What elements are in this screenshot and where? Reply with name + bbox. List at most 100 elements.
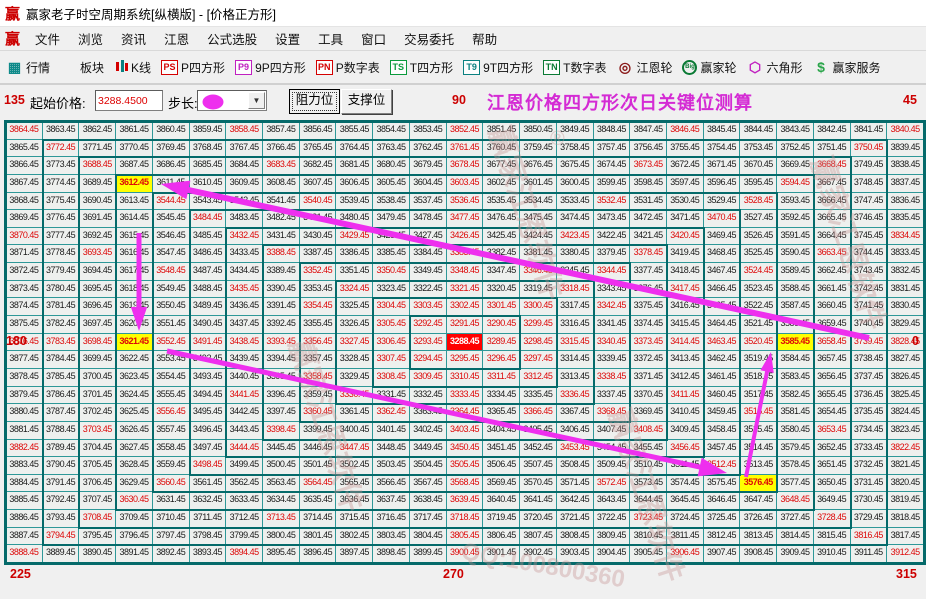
- menu-item-资讯[interactable]: 资讯: [112, 27, 155, 50]
- grid-cell: 3717.45: [410, 510, 447, 528]
- grid-cell: 3684.45: [226, 157, 263, 175]
- grid-cell: 3592.45: [777, 210, 814, 228]
- toolbar-button-赢家轮[interactable]: Big赢家轮: [680, 57, 738, 78]
- support-button[interactable]: 支撑位: [341, 89, 392, 114]
- quote-table-icon: ▦: [6, 60, 23, 75]
- grid-cell: 3745.45: [851, 228, 888, 246]
- grid-cell: 3340.45: [594, 334, 631, 352]
- menu-item-窗口[interactable]: 窗口: [352, 27, 395, 50]
- menu-item-文件[interactable]: 文件: [26, 27, 69, 50]
- grid-cell: 3849.45: [557, 122, 594, 140]
- app-logo-icon: 赢: [5, 3, 20, 24]
- grid-cell: 3491.45: [190, 334, 227, 352]
- grid-cell: 3604.45: [410, 175, 447, 193]
- toolbar-button-T四方形[interactable]: TST四方形: [388, 57, 455, 78]
- menu-item-江恩[interactable]: 江恩: [155, 27, 198, 50]
- grid-cell: 3845.45: [704, 122, 741, 140]
- menu-item-帮助[interactable]: 帮助: [463, 27, 506, 50]
- winner-wheel-icon: Big: [682, 60, 697, 75]
- start-price-input[interactable]: [95, 90, 163, 111]
- grid-cell: 3524.45: [740, 263, 777, 281]
- grid-cell: 3403.45: [447, 422, 484, 440]
- menu-item-浏览[interactable]: 浏览: [69, 27, 112, 50]
- toolbar-button-K线[interactable]: K线: [112, 57, 153, 78]
- grid-cell: 3808.45: [557, 528, 594, 546]
- grid-cell: 3459.45: [704, 404, 741, 422]
- menu-item-交易委托[interactable]: 交易委托: [395, 27, 463, 50]
- grid-cell: 3690.45: [79, 193, 116, 211]
- toolbar-button-T数字表[interactable]: TNT数字表: [541, 57, 608, 78]
- grid-cell: 3701.45: [79, 387, 116, 405]
- grid-cell: 3375.45: [630, 298, 667, 316]
- grid-cell: 3469.45: [704, 228, 741, 246]
- grid-cell: 3448.45: [373, 440, 410, 458]
- grid-cell: 3754.45: [704, 140, 741, 158]
- toolbar-label: 行情: [26, 59, 50, 76]
- grid-cell: 3824.45: [887, 404, 924, 422]
- grid-cell: 3660.45: [814, 298, 851, 316]
- grid-cell: 3559.45: [153, 457, 190, 475]
- grid-cell: 3832.45: [887, 263, 924, 281]
- grid-cell: 3577.45: [777, 475, 814, 493]
- grid-cell: 3612.45: [116, 175, 153, 193]
- grid-cell: 3472.45: [630, 210, 667, 228]
- grid-cell: 3871.45: [6, 245, 43, 263]
- grid-cell: 3864.45: [6, 122, 43, 140]
- resistance-button[interactable]: 阻力位: [289, 89, 340, 114]
- grid-cell: 3458.45: [704, 422, 741, 440]
- grid-cell: 3620.45: [116, 316, 153, 334]
- grid-cell: 3902.45: [520, 545, 557, 563]
- menu-item-设置[interactable]: 设置: [266, 27, 309, 50]
- angle-label-135: 135: [4, 93, 25, 107]
- toolbar-button-赢家服务[interactable]: $赢家服务: [811, 57, 883, 78]
- grid-cell: 3509.45: [594, 457, 631, 475]
- toolbar-button-板块[interactable]: 板块: [58, 57, 106, 78]
- grid-cell: 3731.45: [851, 475, 888, 493]
- grid-cell: 3802.45: [336, 528, 373, 546]
- grid-cell: 3320.45: [483, 281, 520, 299]
- grid-cell: 3680.45: [373, 157, 410, 175]
- grid-cell: 3880.45: [6, 404, 43, 422]
- grid-cell: 3414.45: [667, 334, 704, 352]
- grid-cell: 3707.45: [79, 492, 116, 510]
- toolbar-label: 赢家轮: [700, 59, 736, 76]
- grid-cell: 3634.45: [263, 492, 300, 510]
- grid-cell: 3681.45: [336, 157, 373, 175]
- grid-cell: 3616.45: [116, 245, 153, 263]
- toolbar-button-P数字表[interactable]: PNP数字表: [314, 57, 382, 78]
- grid-cell: 3580.45: [777, 422, 814, 440]
- menu-item-公式选股[interactable]: 公式选股: [198, 27, 266, 50]
- grid-cell: 3404.45: [483, 422, 520, 440]
- grid-cell: 3691.45: [79, 210, 116, 228]
- chevron-down-icon[interactable]: ▼: [248, 92, 265, 109]
- p-square-icon: PS: [161, 60, 178, 75]
- toolbar-button-江恩轮[interactable]: ◎江恩轮: [614, 57, 674, 78]
- toolbar-button-9T四方形[interactable]: T99T四方形: [461, 57, 535, 78]
- grid-cell: 3793.45: [43, 510, 80, 528]
- grid-cell: 3623.45: [116, 369, 153, 387]
- grid-cell: 3609.45: [226, 175, 263, 193]
- grid-cell: 3803.45: [373, 528, 410, 546]
- grid-cell: 3667.45: [814, 175, 851, 193]
- menu-item-工具[interactable]: 工具: [309, 27, 352, 50]
- grid-cell: 3605.45: [373, 175, 410, 193]
- toolbar-button-行情[interactable]: ▦行情: [4, 57, 52, 78]
- grid-cell: 3454.45: [594, 440, 631, 458]
- grid-cell: 3385.45: [373, 245, 410, 263]
- grid-cell: 3578.45: [777, 457, 814, 475]
- grid-cell: 3551.45: [153, 316, 190, 334]
- grid-cell: 3708.45: [79, 510, 116, 528]
- grid-cell: 3706.45: [79, 475, 116, 493]
- grid-cell: 3760.45: [483, 140, 520, 158]
- grid-cell: 3400.45: [336, 422, 373, 440]
- grid-cell: 3781.45: [43, 298, 80, 316]
- grid-cell: 3348.45: [447, 263, 484, 281]
- step-dropdown[interactable]: ▼: [197, 90, 267, 111]
- grid-cell: 3415.45: [667, 316, 704, 334]
- grid-cell: 3909.45: [777, 545, 814, 563]
- grid-cell: 3807.45: [520, 528, 557, 546]
- toolbar-button-P四方形[interactable]: PSP四方形: [159, 57, 227, 78]
- toolbar-button-9P四方形[interactable]: P99P四方形: [233, 57, 308, 78]
- toolbar-button-六角形[interactable]: ⬡六角形: [745, 57, 805, 78]
- grid-cell: 3490.45: [190, 316, 227, 334]
